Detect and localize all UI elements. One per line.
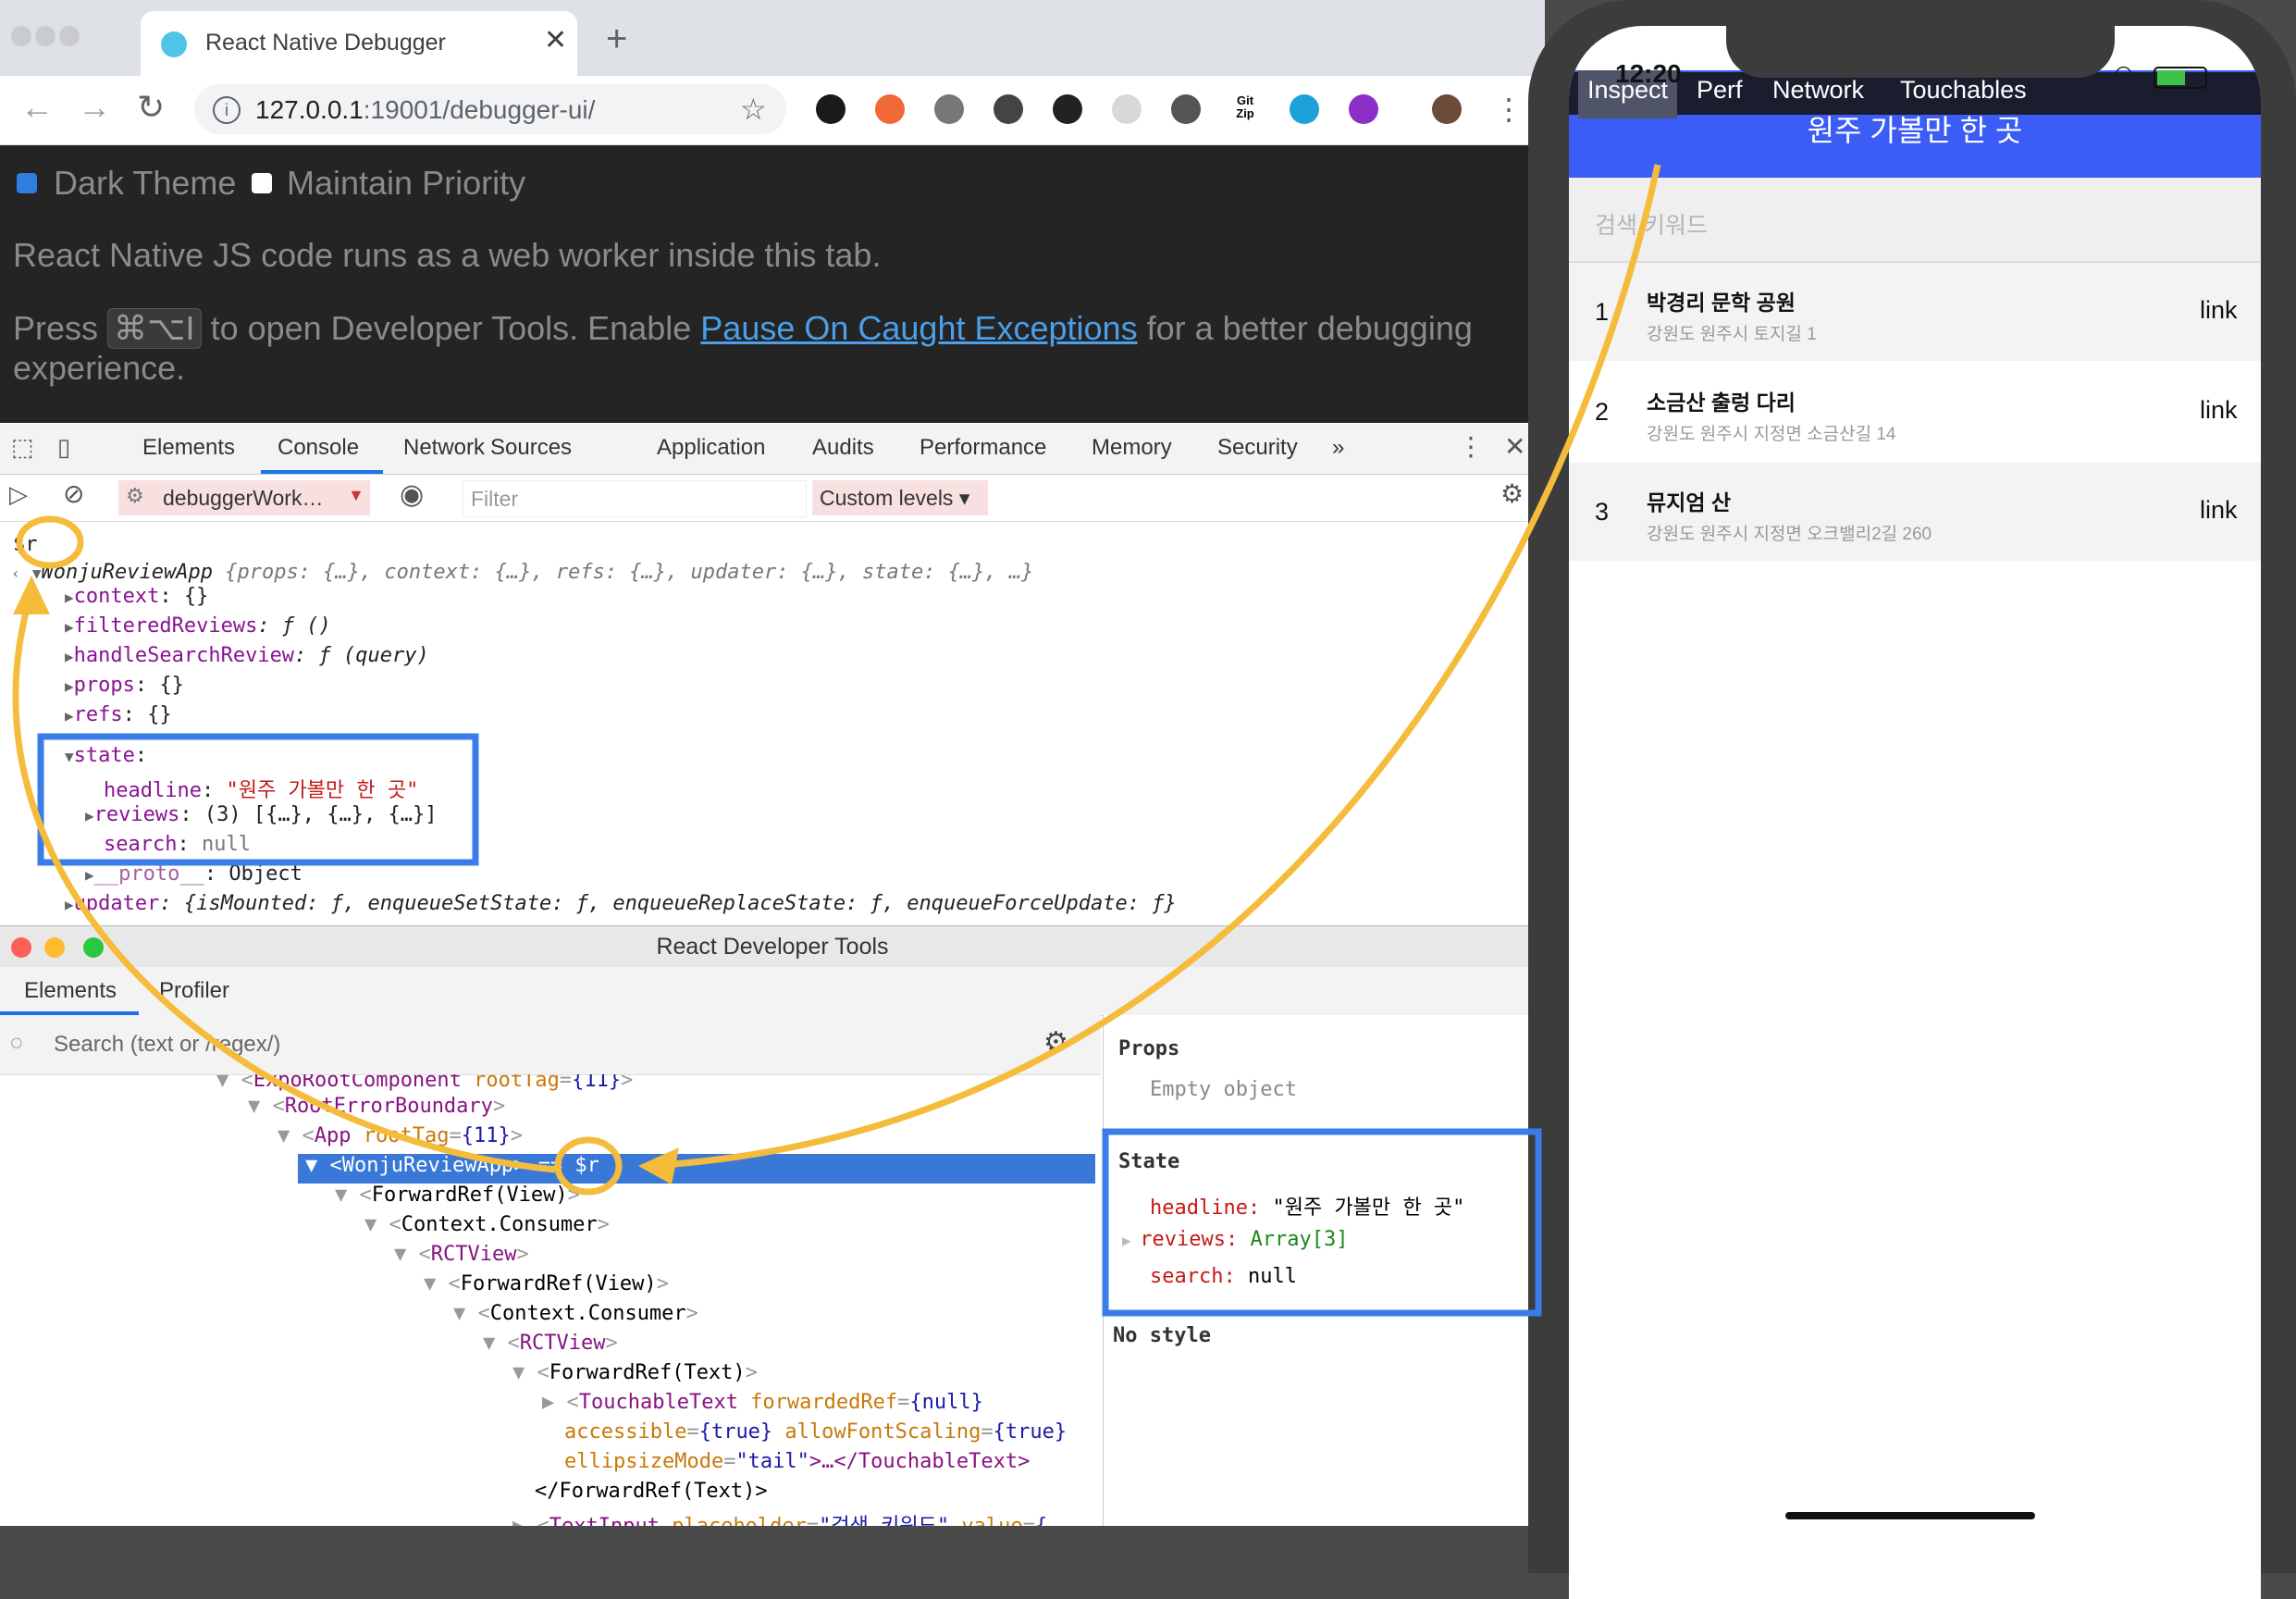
annotation-overlay bbox=[12, 164, 1661, 1317]
arrowhead-tree bbox=[638, 1147, 679, 1184]
dollar-r-highlight-console bbox=[16, 515, 84, 569]
dollar-r-highlight-tree bbox=[554, 1136, 623, 1196]
arrow-phone-to-tree bbox=[647, 164, 1661, 1170]
arrowhead-console bbox=[13, 576, 50, 614]
arrow-tree-to-console bbox=[12, 590, 556, 1173]
state-highlight-box-console bbox=[37, 733, 479, 866]
state-highlight-box-rdt bbox=[1102, 1128, 1542, 1317]
